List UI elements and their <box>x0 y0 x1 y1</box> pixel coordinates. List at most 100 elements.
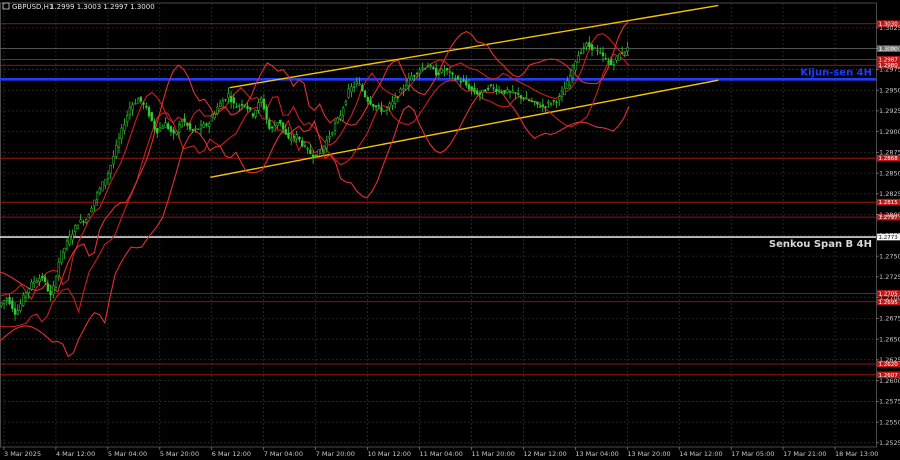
y-tick-label: 1.2900 <box>879 128 900 136</box>
candle-body <box>254 109 257 117</box>
y-tick-label: 1.2550 <box>879 418 900 426</box>
candle-body <box>424 68 427 70</box>
candle-body <box>35 280 39 283</box>
candle-body <box>610 59 613 66</box>
candle-body <box>238 105 241 107</box>
candle-body <box>484 89 487 92</box>
candle-body <box>508 91 512 93</box>
candle-body <box>336 117 339 123</box>
candle-body <box>607 60 610 63</box>
candle-body <box>486 87 490 90</box>
candle-body <box>528 99 531 101</box>
candle-body <box>380 107 383 112</box>
candle-body <box>57 261 60 277</box>
candle-body <box>153 120 156 129</box>
candle-body <box>218 102 222 107</box>
candle-body <box>577 55 580 63</box>
candle-body <box>158 127 162 132</box>
candle-body <box>601 52 605 56</box>
candle-body <box>120 127 123 139</box>
candle-body <box>126 115 129 123</box>
envelope-lines <box>0 20 630 358</box>
candle-body <box>320 149 323 154</box>
x-tick-label: 12 Mar 12:00 <box>523 450 566 458</box>
candle-body <box>355 81 359 84</box>
candle-body <box>74 225 77 232</box>
candle-body <box>150 112 153 121</box>
candle-body <box>566 80 569 89</box>
candle-body <box>361 85 364 92</box>
candle-body <box>60 250 63 264</box>
y-tick-label: 1.2650 <box>879 335 900 343</box>
y-tick-label: 1.3000 <box>879 45 900 53</box>
candle-body <box>574 61 577 71</box>
price-chart: 1.30301.30001.29871.29801.28681.28151.27… <box>0 2 900 458</box>
candle-body <box>63 247 66 253</box>
candle-body <box>500 91 503 93</box>
candle-body <box>262 98 266 110</box>
grid-lines <box>0 2 877 448</box>
candle-body <box>98 187 101 194</box>
candle-body <box>533 100 536 103</box>
candle-body <box>287 132 290 139</box>
candle-body <box>52 285 55 295</box>
x-tick-label: 7 Mar 20:00 <box>316 450 355 458</box>
candle-body <box>112 155 115 165</box>
candle-body <box>202 123 205 128</box>
candle-body <box>65 240 69 249</box>
candle-body <box>588 42 591 47</box>
candle-body <box>530 100 534 102</box>
chart-window: 1.3030 1.3000 1.2987 1.2980 1.2868 1.2815 1.27… <box>0 0 900 460</box>
candle-body <box>451 72 454 75</box>
y-tick-label: 1.3025 <box>879 24 900 32</box>
candle-body <box>418 69 421 74</box>
candle-body <box>541 104 544 107</box>
candle-body <box>210 116 214 122</box>
candle-body <box>522 98 525 100</box>
candle-body <box>525 97 528 99</box>
candle-body <box>246 105 249 110</box>
envelope-line <box>0 53 630 328</box>
candle-body <box>208 123 211 127</box>
candle-body <box>503 90 506 94</box>
candle-body <box>292 136 296 138</box>
y-tick-label: 1.2975 <box>879 66 900 74</box>
candle-body <box>429 65 432 67</box>
candle-body <box>517 93 520 95</box>
candle-body <box>16 310 19 315</box>
candle-body <box>549 103 553 105</box>
candle-body <box>435 67 438 76</box>
candle-body <box>413 75 416 77</box>
candle-body <box>366 97 369 102</box>
candle-body <box>497 89 501 92</box>
candle-body <box>273 125 276 132</box>
candle-body <box>620 52 624 54</box>
candle-body <box>585 43 588 47</box>
x-tick-label: 13 Mar 20:00 <box>627 450 670 458</box>
candle-body <box>465 80 468 86</box>
candle-body <box>95 192 99 201</box>
candle-body <box>331 132 334 135</box>
candle-body <box>43 276 47 282</box>
envelope-line <box>0 20 630 293</box>
candle-body <box>134 103 137 105</box>
candle-body <box>104 179 107 186</box>
candle-body <box>235 106 238 108</box>
y-tick-label: 1.2800 <box>879 211 900 219</box>
candle-body <box>172 129 175 134</box>
x-tick-label: 11 Mar 20:00 <box>471 450 514 458</box>
header-symbol: GBPUSD,H1 <box>12 3 53 11</box>
candle-body <box>396 96 400 99</box>
candle-body <box>87 214 91 218</box>
candle-body <box>410 76 413 81</box>
candle-body <box>399 88 402 94</box>
x-tick-label: 10 Mar 12:00 <box>368 450 411 458</box>
y-tick-label: 1.2725 <box>879 273 900 281</box>
y-tick-label: 1.2875 <box>879 149 900 157</box>
candle-body <box>290 138 293 141</box>
candle-body <box>24 292 28 298</box>
candle-body <box>582 47 585 49</box>
candle-body <box>71 233 74 241</box>
candle-body <box>224 99 227 101</box>
candle-body <box>623 51 627 54</box>
